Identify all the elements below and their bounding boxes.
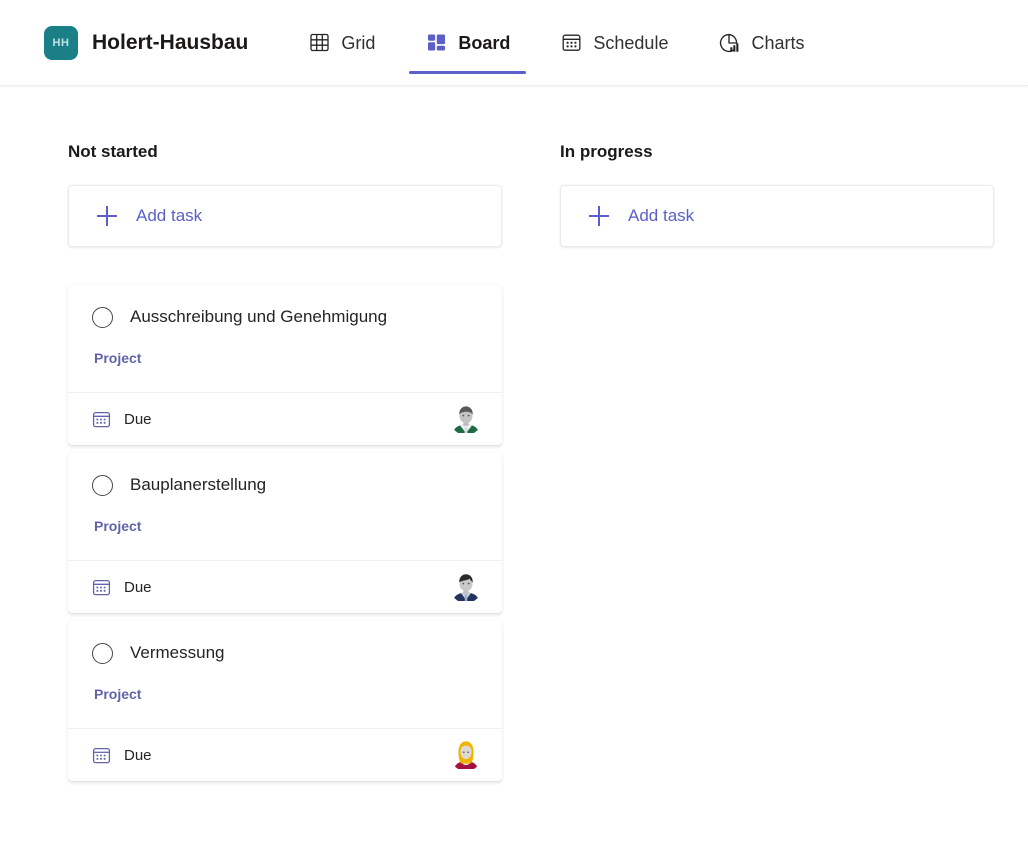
task-card-footer: Due	[68, 392, 502, 445]
task-label: Project	[94, 686, 142, 702]
task-card-body: Bauplanerstellung Project	[68, 453, 502, 560]
tab-schedule[interactable]: Schedule	[544, 0, 684, 86]
tab-charts[interactable]: Charts	[702, 0, 820, 86]
task-label: Project	[94, 350, 142, 366]
plus-icon	[97, 206, 117, 226]
tab-schedule-label: Schedule	[593, 32, 669, 53]
tab-grid-label: Grid	[341, 32, 376, 53]
charts-icon	[718, 32, 740, 54]
due-date-field[interactable]: Due	[92, 578, 152, 597]
tab-board-label: Board	[458, 32, 511, 53]
task-card[interactable]: Ausschreibung und Genehmigung Project Du…	[68, 285, 502, 445]
task-title-row: Vermessung	[92, 643, 478, 664]
column-title: Not started	[68, 142, 158, 161]
task-complete-checkbox[interactable]	[92, 643, 113, 664]
avatar[interactable]	[450, 739, 482, 771]
add-task-button-in-progress[interactable]: Add task	[560, 185, 994, 247]
grid-icon	[308, 32, 330, 54]
plus-icon	[589, 206, 609, 226]
board-icon	[425, 32, 447, 54]
column-title: In progress	[560, 142, 653, 161]
task-card-footer: Due	[68, 728, 502, 781]
calendar-icon	[92, 746, 111, 765]
task-title: Bauplanerstellung	[130, 475, 267, 495]
task-card-body: Ausschreibung und Genehmigung Project	[68, 285, 502, 392]
due-date-field[interactable]: Due	[92, 746, 152, 765]
due-label: Due	[124, 578, 152, 596]
page-title: Holert-Hausbau	[92, 30, 249, 54]
due-date-field[interactable]: Due	[92, 410, 152, 429]
calendar-icon	[92, 410, 111, 429]
tab-grid[interactable]: Grid	[292, 0, 391, 86]
avatar[interactable]	[450, 403, 482, 435]
task-title: Ausschreibung und Genehmigung	[130, 307, 388, 327]
board-column-in-progress: In progress Add task	[560, 142, 994, 789]
task-card[interactable]: Vermessung Project Due	[68, 621, 502, 781]
task-title: Vermessung	[130, 643, 225, 663]
task-card-body: Vermessung Project	[68, 621, 502, 728]
add-task-label: Add task	[136, 206, 203, 225]
calendar-icon	[92, 578, 111, 597]
task-complete-checkbox[interactable]	[92, 307, 113, 328]
due-label: Due	[124, 410, 152, 428]
task-card[interactable]: Bauplanerstellung Project Due	[68, 453, 502, 613]
tab-board[interactable]: Board	[409, 0, 527, 86]
add-task-label: Add task	[628, 206, 695, 225]
avatar[interactable]	[450, 571, 482, 603]
task-label: Project	[94, 518, 142, 534]
app-header: HH Holert-Hausbau Grid Board Schedule Ch…	[0, 0, 1028, 86]
schedule-icon	[560, 32, 582, 54]
board-column-not-started: Not started Add task Ausschreibung und G…	[68, 142, 502, 789]
due-label: Due	[124, 746, 152, 764]
task-complete-checkbox[interactable]	[92, 475, 113, 496]
app-logo-badge: HH	[44, 25, 78, 60]
task-title-row: Ausschreibung und Genehmigung	[92, 307, 478, 328]
task-card-footer: Due	[68, 560, 502, 613]
board: Not started Add task Ausschreibung und G…	[0, 86, 1028, 789]
add-task-button-not-started[interactable]: Add task	[68, 185, 502, 247]
task-card-list: Ausschreibung und Genehmigung Project Du…	[68, 285, 502, 781]
view-tabs: Grid Board Schedule Charts	[292, 0, 820, 86]
task-title-row: Bauplanerstellung	[92, 475, 478, 496]
brand: HH Holert-Hausbau	[44, 25, 249, 60]
tab-charts-label: Charts	[751, 32, 805, 53]
